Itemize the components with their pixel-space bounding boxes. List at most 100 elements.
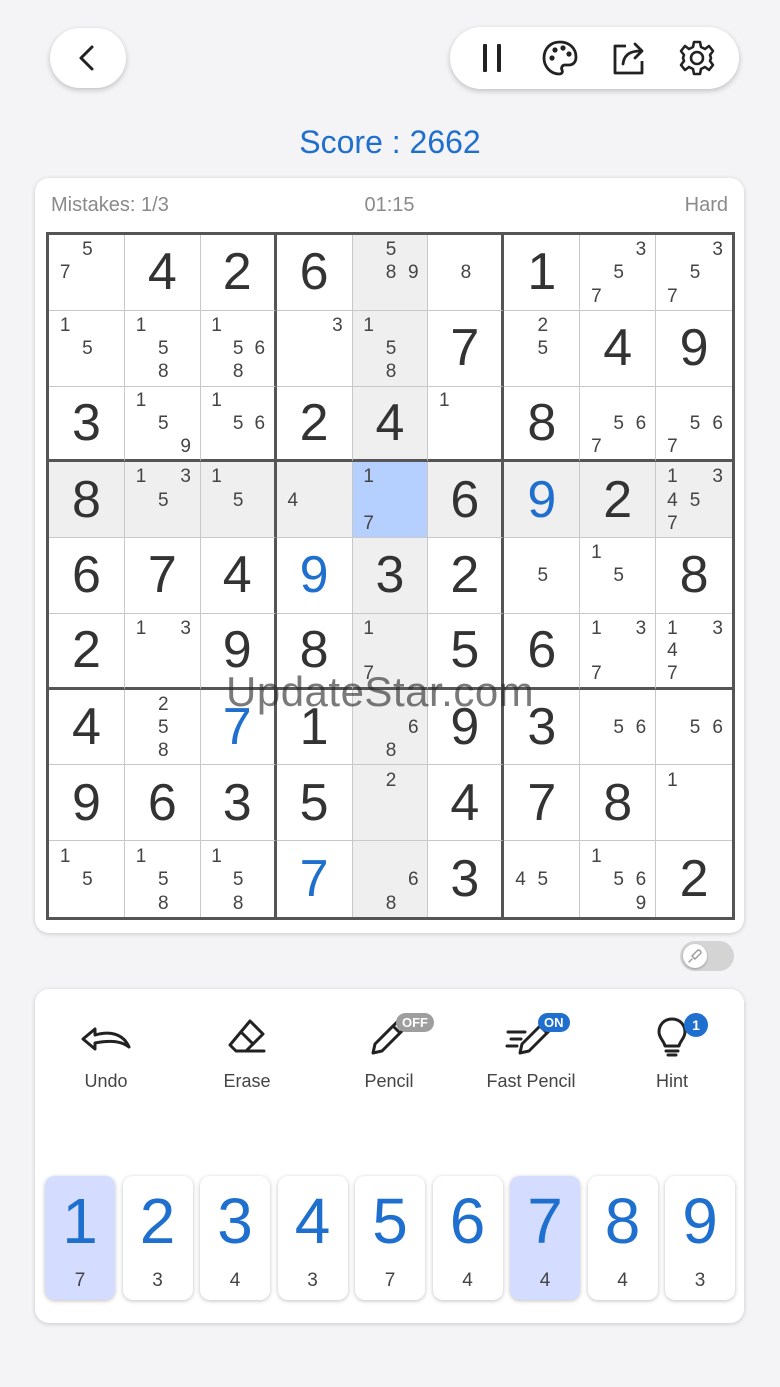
sudoku-cell[interactable]: 6 (428, 462, 505, 539)
sudoku-cell[interactable]: 6 (276, 235, 353, 311)
sudoku-cell[interactable]: 156 (200, 386, 277, 463)
settings-button[interactable] (671, 32, 723, 84)
sudoku-cell[interactable]: 158 (200, 841, 277, 917)
sudoku-cell[interactable]: 8 (580, 765, 657, 842)
sudoku-cell[interactable]: 9 (504, 462, 581, 539)
sudoku-cell[interactable]: 158 (352, 310, 429, 387)
sudoku-cell[interactable]: 4 (200, 538, 277, 614)
sudoku-cell[interactable]: 7 (124, 538, 201, 614)
sudoku-cell[interactable]: 5 (276, 765, 353, 842)
sudoku-cell[interactable]: 7 (276, 841, 353, 917)
sudoku-cell[interactable]: 15 (200, 462, 277, 539)
rocket-toggle[interactable] (680, 941, 734, 971)
sudoku-cell[interactable]: 5 (504, 538, 581, 614)
number-key-9[interactable]: 93 (665, 1176, 735, 1300)
sudoku-cell[interactable]: 4 (352, 386, 429, 463)
back-button[interactable] (50, 28, 126, 88)
number-key-6[interactable]: 64 (432, 1176, 503, 1300)
sudoku-cell[interactable]: 56 7 (580, 386, 657, 463)
sudoku-cell[interactable]: 9 (276, 538, 353, 614)
note-digit (130, 512, 152, 535)
number-key-8[interactable]: 84 (587, 1176, 658, 1300)
number-key-5[interactable]: 57 (355, 1176, 425, 1300)
number-key-2[interactable]: 23 (122, 1176, 193, 1300)
sudoku-cell[interactable]: 158 (124, 310, 201, 387)
sudoku-cell[interactable]: 4 (580, 310, 657, 387)
sudoku-cell[interactable]: 159 (124, 386, 201, 463)
sudoku-cell[interactable]: 2 (276, 386, 353, 463)
sudoku-cell[interactable]: 6 (124, 765, 201, 842)
sudoku-cell[interactable]: 3 (428, 841, 505, 917)
sudoku-cell[interactable]: 1 (504, 235, 581, 311)
pause-button[interactable] (466, 32, 518, 84)
note-digit (206, 360, 228, 383)
sudoku-cell[interactable]: 56 7 (656, 386, 732, 463)
sudoku-cell[interactable]: 25 (504, 310, 581, 387)
sudoku-cell[interactable]: 15 (49, 841, 125, 917)
sudoku-cell[interactable]: 2 (580, 462, 657, 539)
number-key-1[interactable]: 17 (45, 1176, 115, 1300)
sudoku-cell[interactable]: 3 (49, 386, 125, 463)
sudoku-cell[interactable]: 8 (656, 538, 732, 614)
sudoku-cell[interactable]: 1569 (580, 841, 657, 917)
sudoku-cell[interactable]: 15 (49, 310, 125, 387)
sudoku-cell[interactable]: 4 (124, 235, 201, 311)
sudoku-cell[interactable]: 4 (428, 765, 505, 842)
sudoku-cell[interactable]: 2 (49, 613, 125, 690)
sudoku-cell[interactable]: 13 (124, 613, 201, 690)
sudoku-cell[interactable]: 1 3 457 (656, 462, 732, 539)
sudoku-cell[interactable]: 258 (124, 689, 201, 766)
sudoku-cell[interactable]: 56 (656, 689, 732, 766)
fast-pencil-button[interactable]: ON Fast Pencil (466, 1011, 596, 1101)
note-digit (477, 435, 499, 458)
share-button[interactable] (603, 32, 655, 84)
sudoku-cell[interactable]: 1 3 7 (580, 613, 657, 690)
sudoku-cell[interactable]: 56 (580, 689, 657, 766)
given-digit: 8 (527, 393, 557, 452)
note-digit (99, 238, 121, 261)
sudoku-cell[interactable]: 6 (49, 538, 125, 614)
sudoku-cell[interactable]: 1 (428, 386, 505, 463)
sudoku-cell[interactable]: 57 (49, 235, 125, 311)
note-digit: 5 (537, 565, 549, 587)
sudoku-cell[interactable]: 1 35 (124, 462, 201, 539)
sudoku-cell[interactable]: 158 (124, 841, 201, 917)
undo-button[interactable]: Undo (41, 1011, 171, 1101)
pencil-button[interactable]: OFF Pencil (324, 1011, 454, 1101)
sudoku-cell[interactable]: 4 (276, 462, 353, 539)
sudoku-cell[interactable]: 15 (580, 538, 657, 614)
sudoku-cell[interactable]: 2 (352, 765, 429, 842)
hint-button[interactable]: 1 Hint (607, 1011, 737, 1101)
sudoku-cell[interactable]: 68 (352, 841, 429, 917)
note-digit (477, 261, 499, 284)
sudoku-cell[interactable]: 357 (656, 235, 732, 311)
sudoku-cell[interactable]: 3 (352, 538, 429, 614)
sudoku-cell[interactable]: 1 (656, 765, 732, 842)
sudoku-cell[interactable]: 9 (49, 765, 125, 842)
number-key-7[interactable]: 74 (510, 1176, 580, 1300)
sudoku-cell[interactable]: 7 (504, 765, 581, 842)
number-key-4[interactable]: 43 (277, 1176, 348, 1300)
note-digit (608, 238, 630, 261)
note-digit: 1 (438, 390, 450, 412)
selected-cell[interactable]: 17 (352, 462, 429, 539)
sudoku-cell[interactable]: 2 (656, 841, 732, 917)
sudoku-cell[interactable]: 3 (276, 310, 353, 387)
sudoku-cell[interactable]: 2 (200, 235, 277, 311)
sudoku-cell[interactable]: 8 (428, 235, 505, 311)
sudoku-cell[interactable]: 8 (49, 462, 125, 539)
erase-button[interactable]: Erase (182, 1011, 312, 1101)
theme-button[interactable] (534, 32, 586, 84)
sudoku-cell[interactable]: 7 (428, 310, 505, 387)
sudoku-cell[interactable]: 8 (504, 386, 581, 463)
sudoku-cell[interactable]: 1 3 47 (656, 613, 732, 690)
sudoku-cell[interactable]: 9 (656, 310, 732, 387)
sudoku-cell[interactable]: 1568 (200, 310, 277, 387)
sudoku-cell[interactable]: 4 (49, 689, 125, 766)
sudoku-cell[interactable]: 357 (580, 235, 657, 311)
sudoku-cell[interactable]: 3 (200, 765, 277, 842)
sudoku-cell[interactable]: 2 (428, 538, 505, 614)
sudoku-cell[interactable]: 45 (504, 841, 581, 917)
number-key-3[interactable]: 34 (200, 1176, 270, 1300)
sudoku-cell[interactable]: 589 (352, 235, 429, 311)
